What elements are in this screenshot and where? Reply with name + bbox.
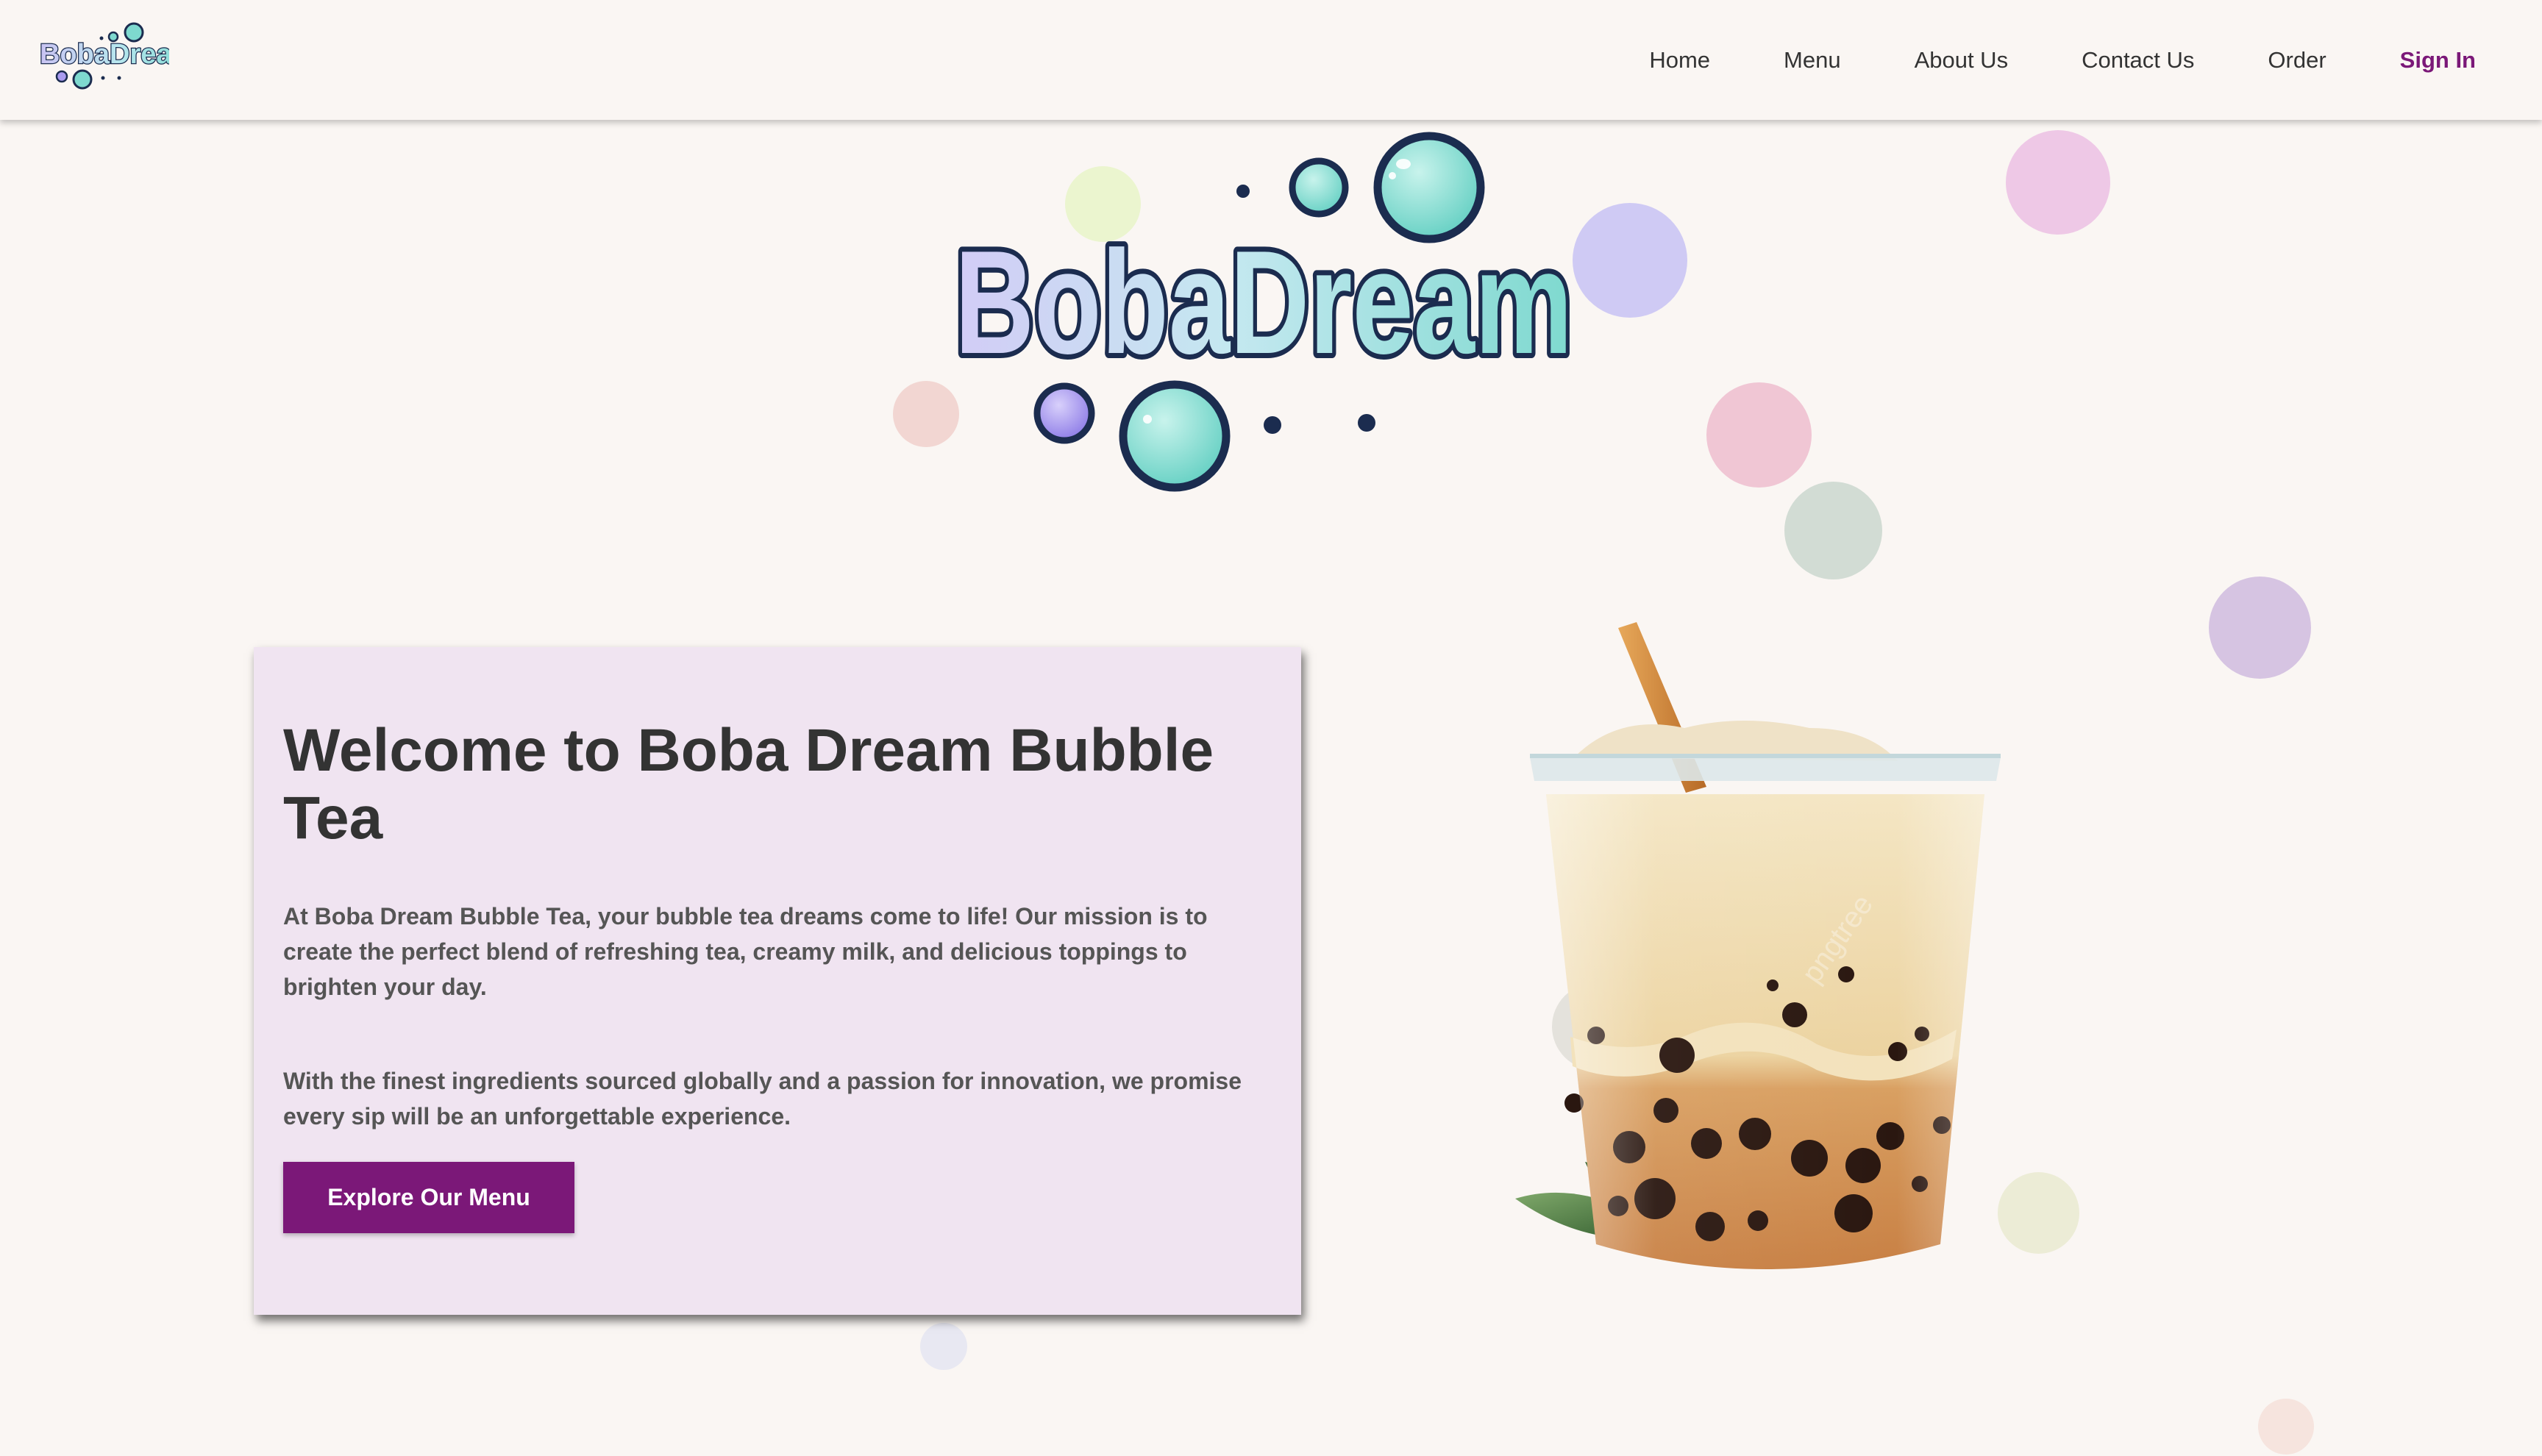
- mission-paragraph: At Boba Dream Bubble Tea, your bubble te…: [283, 903, 1208, 1000]
- hero-logo: BobaDream: [950, 132, 1578, 492]
- nav-link-menu[interactable]: Menu: [1784, 47, 1841, 74]
- nav-link-contact-us[interactable]: Contact Us: [2082, 47, 2194, 74]
- bubble-tea-image: pngtree: [1515, 622, 2001, 1269]
- explore-menu-button[interactable]: Explore Our Menu: [283, 1162, 574, 1233]
- welcome-card: Welcome to Boba Dream Bubble Tea At Boba…: [254, 647, 1301, 1315]
- decorative-circle: [920, 1323, 967, 1370]
- ingredients-paragraph: With the finest ingredients sourced glob…: [283, 1068, 1242, 1130]
- sign-in-link[interactable]: Sign In: [2400, 47, 2476, 74]
- decorative-circle: [1706, 382, 1812, 488]
- decorative-circle: [2209, 577, 2311, 679]
- decorative-circle: [2006, 130, 2110, 235]
- nav-logo-text: BobaDream: [40, 39, 169, 70]
- decorative-circle: [1784, 482, 1882, 579]
- nav-logo[interactable]: BobaDream: [37, 18, 169, 99]
- hero-logo-text: BobaDream: [955, 221, 1573, 385]
- decorative-circle: [2258, 1399, 2314, 1455]
- welcome-title: Welcome to Boba Dream Bubble Tea: [283, 717, 1214, 852]
- top-navbar: BobaDream Home Menu About Us Contact Us …: [0, 0, 2542, 120]
- nav-link-order[interactable]: Order: [2268, 47, 2326, 74]
- nav-link-home[interactable]: Home: [1649, 47, 1710, 74]
- nav-links: Home Menu About Us Contact Us Order Sign…: [1576, 0, 2476, 120]
- nav-link-about-us[interactable]: About Us: [1915, 47, 2009, 74]
